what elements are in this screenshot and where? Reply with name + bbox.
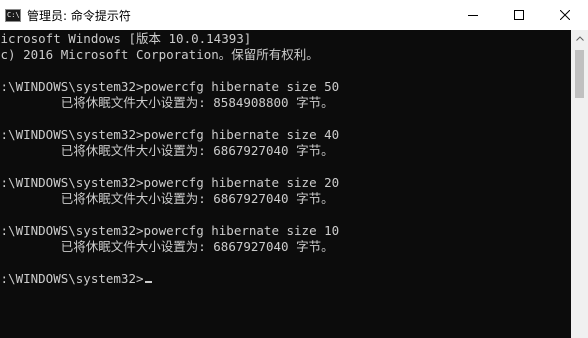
close-button[interactable] [542, 0, 588, 30]
minimize-button[interactable] [450, 0, 496, 30]
console-line: Microsoft Windows [版本 10.0.14393] [0, 31, 252, 46]
console-line: (c) 2016 Microsoft Corporation。保留所有权利。 [0, 47, 319, 62]
console-prompt: C:\WINDOWS\system32> [0, 271, 144, 286]
vertical-scrollbar[interactable] [571, 30, 588, 338]
console-output[interactable]: Microsoft Windows [版本 10.0.14393] (c) 20… [0, 30, 571, 338]
maximize-button[interactable] [496, 0, 542, 30]
console-line: C:\WINDOWS\system32>powercfg hibernate s… [0, 223, 340, 238]
maximize-icon [514, 10, 524, 20]
title-bar[interactable]: C:\. 管理员: 命令提示符 [0, 0, 588, 30]
console-line: 已将休眠文件大小设置为: 6867927040 字节。 [0, 191, 334, 206]
console-prompt-line: C:\WINDOWS\system32> [0, 271, 152, 287]
scroll-up-button[interactable] [571, 30, 588, 47]
window-controls [450, 0, 588, 30]
console-line: C:\WINDOWS\system32>powercfg hibernate s… [0, 127, 340, 142]
scroll-thumb[interactable] [575, 50, 584, 98]
scroll-up-arrow-icon [575, 36, 584, 41]
window-title: 管理员: 命令提示符 [27, 8, 131, 23]
command-prompt-window: C:\. 管理员: 命令提示符 Microsoft Windows [0, 0, 588, 338]
console-line: 已将休眠文件大小设置为: 6867927040 字节。 [0, 239, 334, 254]
console-line: C:\WINDOWS\system32>powercfg hibernate s… [0, 79, 340, 94]
console-line: C:\WINDOWS\system32>powercfg hibernate s… [0, 175, 340, 190]
console-line: 已将休眠文件大小设置为: 6867927040 字节。 [0, 143, 334, 158]
minimize-icon [468, 15, 478, 16]
text-cursor [144, 281, 152, 283]
cmd-icon[interactable]: C:\. [5, 8, 21, 22]
close-icon [560, 10, 570, 20]
console-line: 已将休眠文件大小设置为: 8584908800 字节。 [0, 95, 334, 110]
